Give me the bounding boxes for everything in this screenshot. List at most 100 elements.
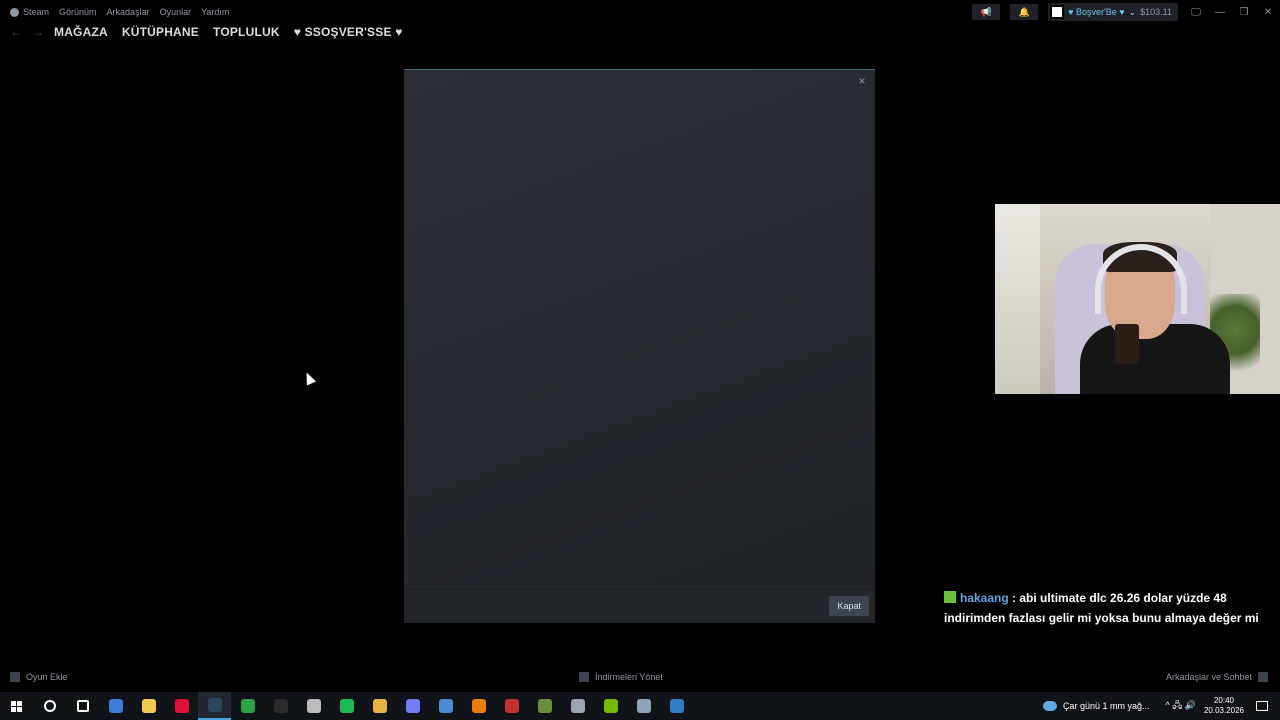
app-red-icon	[504, 699, 519, 713]
weather-widget[interactable]: Çar günü 1 mm yağ...	[1042, 701, 1150, 711]
account-name: ♥ Boşver'Be ♥	[1068, 7, 1125, 17]
start-button[interactable]	[0, 692, 33, 720]
taskbar-app-app-blue[interactable]	[429, 692, 462, 720]
discord-like-icon	[405, 699, 420, 713]
blender-icon	[471, 699, 486, 713]
minecraft-icon	[537, 699, 552, 713]
taskbar-app-app-tb[interactable]	[660, 692, 693, 720]
menu-friends[interactable]: Arkadaşlar	[107, 7, 150, 17]
bell-icon: 🔔	[1018, 6, 1030, 17]
nvidia-icon	[603, 699, 618, 713]
taskbar-app-file-explorer[interactable]	[132, 692, 165, 720]
tray-icons[interactable]: ^ 🖧 🔊	[1165, 698, 1195, 714]
account-menu[interactable]: ♥ Boşver'Be ♥ ⌄ $103.11	[1048, 3, 1178, 21]
search-icon	[43, 700, 56, 712]
friends-chat-button[interactable]: Arkadaşlar ve Sohbet	[1166, 672, 1268, 682]
steam-bottom-bar: Oyun Ekle İndirmeleri Yönet Arkadaşlar v…	[0, 666, 1280, 688]
back-arrow-icon[interactable]: ←	[10, 25, 22, 39]
taskbar-app-app-circle[interactable]	[297, 692, 330, 720]
chrome-icon	[372, 699, 387, 713]
nav-store[interactable]: MAĞAZA	[54, 25, 108, 39]
taskbar-app-task-view[interactable]	[66, 692, 99, 720]
plus-icon	[10, 672, 20, 682]
taskbar-app-steam[interactable]	[198, 692, 231, 720]
taskbar-app-epic[interactable]	[264, 692, 297, 720]
nav-community[interactable]: TOPLULUK	[213, 25, 280, 39]
notification-icon[interactable]	[1256, 701, 1268, 711]
taskbar-app-app-tool[interactable]	[561, 692, 594, 720]
spotify-icon	[339, 699, 354, 713]
modal-footer: Kapat	[404, 589, 875, 623]
megaphone-icon: 📢	[980, 6, 992, 17]
windows-logo-icon	[11, 700, 22, 712]
copilot-icon	[108, 699, 123, 713]
taskbar-app-nvidia[interactable]	[594, 692, 627, 720]
manage-downloads-label: İndirmeleri Yönet	[595, 672, 663, 682]
taskbar-app-blender[interactable]	[462, 692, 495, 720]
clock-time: 20:40	[1213, 696, 1234, 705]
app-blue-icon	[438, 699, 453, 713]
close-window-button[interactable]: ✕	[1256, 7, 1280, 18]
taskbar-app-spotify[interactable]	[330, 692, 363, 720]
chat-icon	[1258, 672, 1268, 682]
menu-help[interactable]: Yardım	[201, 7, 229, 17]
modal-close-button[interactable]: ×	[855, 74, 869, 88]
nav-profile[interactable]: ♥ SSOŞVER'SSE ♥	[294, 25, 403, 39]
close-icon: ✕	[1263, 6, 1273, 18]
forward-arrow-icon[interactable]: →	[32, 25, 44, 39]
opera-icon	[174, 699, 189, 713]
app-circle-icon	[306, 699, 321, 713]
clock-date: 20.03.2026	[1203, 706, 1244, 715]
chat-message: hakaang : abi ultimate dlc 26.26 dolar y…	[944, 588, 1274, 628]
add-game-button[interactable]: Oyun Ekle	[10, 672, 68, 682]
taskbar-app-app-boat[interactable]	[627, 692, 660, 720]
taskbar-app-opera[interactable]	[165, 692, 198, 720]
restore-icon: ❐	[1239, 6, 1249, 18]
monitor-icon: 🖵	[1191, 6, 1201, 18]
steam-menu-label: Steam	[23, 7, 50, 17]
file-explorer-icon	[141, 699, 156, 713]
announcements-button[interactable]: 📢	[972, 4, 1001, 20]
chevron-down-icon: ⌄	[1128, 6, 1137, 17]
close-icon: ×	[858, 74, 866, 88]
menu-games[interactable]: Oyunlar	[160, 7, 192, 17]
download-icon	[579, 672, 589, 682]
chat-badge-icon	[944, 591, 956, 603]
clock[interactable]: 20:40 20.03.2026	[1204, 696, 1244, 716]
glass-image	[1115, 324, 1139, 364]
dialog-modal: × Kapat	[404, 69, 875, 623]
taskbar-app-xbox[interactable]	[231, 692, 264, 720]
main-nav: ← → MAĞAZA KÜTÜPHANE TOPLULUK ♥ SSOŞVER'…	[0, 22, 417, 42]
notifications-button[interactable]: 🔔	[1010, 4, 1039, 20]
taskbar-app-copilot[interactable]	[99, 692, 132, 720]
taskbar-apps	[33, 692, 693, 720]
friends-chat-label: Arkadaşlar ve Sohbet	[1165, 672, 1252, 682]
app-boat-icon	[636, 699, 651, 713]
task-view-icon	[76, 700, 89, 712]
taskbar-app-search[interactable]	[33, 692, 66, 720]
menu-view[interactable]: Görünüm	[59, 7, 97, 17]
nav-library[interactable]: KÜTÜPHANE	[122, 25, 199, 39]
taskbar-app-app-red[interactable]	[495, 692, 528, 720]
windows-taskbar: Çar günü 1 mm yağ... ^ 🖧 🔊 20:40 20.03.2…	[0, 692, 1280, 720]
steam-menu[interactable]: Steam	[10, 7, 49, 17]
app-tool-icon	[570, 699, 585, 713]
xbox-icon	[240, 699, 255, 713]
epic-icon	[273, 699, 288, 713]
window-controls-area: 📢 🔔 ♥ Boşver'Be ♥ ⌄ $103.11 🖵 — ❐ ✕	[972, 0, 1280, 24]
close-dialog-button[interactable]: Kapat	[829, 596, 869, 616]
weather-text: Çar günü 1 mm yağ...	[1062, 701, 1150, 711]
mouse-cursor-icon	[301, 370, 317, 386]
taskbar-app-discord-like[interactable]	[396, 692, 429, 720]
taskbar-app-minecraft[interactable]	[528, 692, 561, 720]
avatar	[1050, 5, 1065, 19]
minimize-button[interactable]: —	[1208, 7, 1232, 18]
steam-logo-icon	[10, 7, 19, 17]
system-tray: Çar günü 1 mm yağ... ^ 🖧 🔊 20:40 20.03.2…	[1042, 692, 1280, 720]
manage-downloads-button[interactable]: İndirmeleri Yönet	[579, 672, 663, 682]
big-picture-button[interactable]: 🖵	[1184, 7, 1208, 18]
taskbar-app-chrome[interactable]	[363, 692, 396, 720]
restore-button[interactable]: ❐	[1232, 7, 1256, 18]
webcam-overlay	[995, 204, 1280, 394]
minimize-icon: —	[1215, 6, 1225, 18]
